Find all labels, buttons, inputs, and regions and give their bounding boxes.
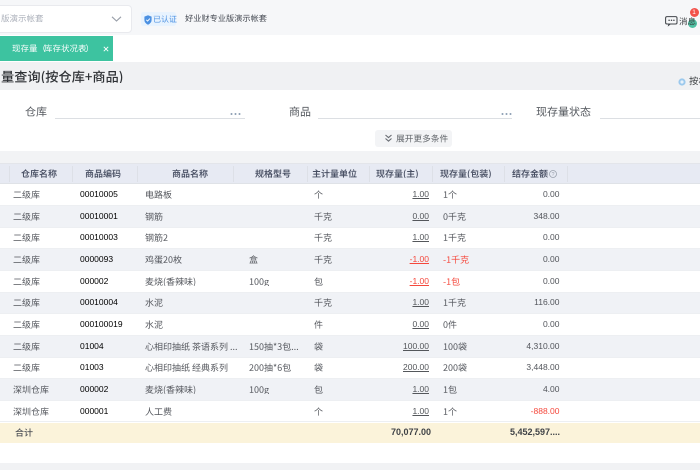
svg-text:?: ? [552,172,555,178]
